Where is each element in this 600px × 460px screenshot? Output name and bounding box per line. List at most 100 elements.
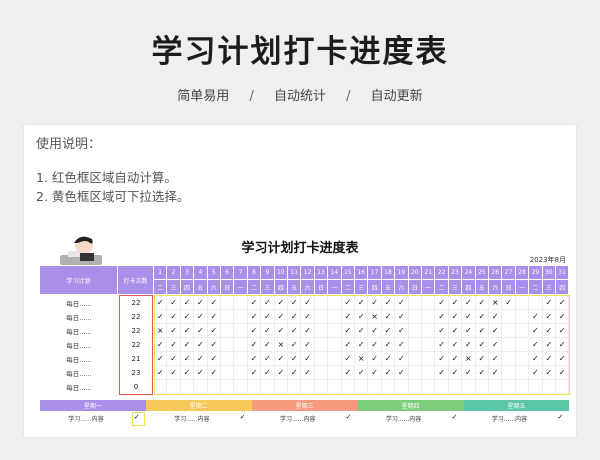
day-header: 30 xyxy=(542,266,556,280)
day-header: 27 xyxy=(502,266,516,280)
weekday-header: 三 xyxy=(355,280,369,294)
weekday-header: 六 xyxy=(395,280,409,294)
auto-calc-region xyxy=(119,295,153,395)
day-header: 2 xyxy=(167,266,181,280)
weekday-header: 日 xyxy=(314,280,329,294)
plan-row-label: 每日...... xyxy=(66,356,92,364)
week-header: 星期四 xyxy=(357,400,464,411)
day-header: 11 xyxy=(288,266,302,280)
column-header-plan: 学习计划 xyxy=(40,266,118,294)
day-header: 19 xyxy=(395,266,409,280)
spreadsheet-preview-card: 使用说明： 1. 红色框区域自动计算。 2. 黄色框区域可下拉选择。 学习计划打… xyxy=(24,125,576,437)
day-header: 1 xyxy=(154,266,168,280)
plan-row-label: 每日...... xyxy=(66,314,92,322)
sheet-title: 学习计划打卡进度表 xyxy=(241,241,359,256)
weekday-header: 四 xyxy=(368,280,382,294)
day-header: 25 xyxy=(475,266,489,280)
day-header: 15 xyxy=(341,266,355,280)
feature-3: 自动更新 xyxy=(370,89,423,104)
plan-row-label: 每日...... xyxy=(66,342,92,350)
day-header: 23 xyxy=(448,266,463,280)
weekday-header: 三 xyxy=(167,280,181,294)
weekday-header: 日 xyxy=(502,280,516,294)
weekday-header: 三 xyxy=(542,280,556,294)
day-header: 8 xyxy=(247,266,262,280)
instruction-line-1: 1. 红色框区域自动计算。 xyxy=(36,170,177,185)
separator: / xyxy=(346,89,351,104)
weekday-header: 四 xyxy=(180,280,195,294)
plan-row-label: 每日...... xyxy=(66,384,92,392)
study-content-cell: 学习......内容 xyxy=(491,416,528,423)
study-content-cell: 学习......内容 xyxy=(385,416,422,423)
hero-title: 学习计划打卡进度表 xyxy=(151,34,449,70)
weekday-header: 四 xyxy=(556,280,570,294)
day-header: 28 xyxy=(515,266,530,280)
weekday-header: 一 xyxy=(328,280,342,294)
feature-1: 简单易用 xyxy=(177,89,230,104)
day-header: 20 xyxy=(408,266,422,280)
day-header: 17 xyxy=(368,266,382,280)
day-header: 24 xyxy=(462,266,476,280)
day-header: 16 xyxy=(355,266,369,280)
weekday-header: 二 xyxy=(154,280,168,294)
weekday-header: 五 xyxy=(381,280,396,294)
week-header: 星期五 xyxy=(463,400,570,411)
weekday-header: 一 xyxy=(515,280,530,294)
weekday-header: 五 xyxy=(475,280,489,294)
day-header: 5 xyxy=(207,266,221,280)
day-header: 22 xyxy=(435,266,449,280)
weekday-header: 二 xyxy=(435,280,449,294)
week-header: 星期三 xyxy=(251,400,358,411)
study-content-cell: 学习......内容 xyxy=(174,416,210,423)
day-header: 13 xyxy=(314,266,329,280)
column-header-count: 打卡次数 xyxy=(118,266,154,294)
weekday-header: 五 xyxy=(194,280,208,294)
day-header: 9 xyxy=(261,266,275,280)
day-header: 12 xyxy=(301,266,315,280)
weekday-header: 三 xyxy=(448,280,463,294)
study-content-cell: 学习......内容 xyxy=(279,416,316,423)
day-header: 21 xyxy=(422,266,436,280)
day-header: 26 xyxy=(489,266,503,280)
weekday-header: 二 xyxy=(247,280,262,294)
week-header: 星期一 xyxy=(40,400,146,411)
weekday-header: 日 xyxy=(221,280,235,294)
instructions-title: 使用说明： xyxy=(36,137,102,152)
weekday-header: 一 xyxy=(234,280,248,294)
day-header: 10 xyxy=(274,266,288,280)
instruction-line-2: 2. 黄色框区域可下拉选择。 xyxy=(36,189,190,204)
day-header: 14 xyxy=(328,266,342,280)
study-check-mark[interactable]: ✓ xyxy=(240,413,250,424)
weekday-header: 一 xyxy=(422,280,436,294)
separator: / xyxy=(249,89,254,104)
weekday-header: 五 xyxy=(288,280,302,294)
feature-2: 自动统计 xyxy=(273,89,326,104)
plan-row-label: 每日...... xyxy=(66,300,92,308)
day-header: 3 xyxy=(180,266,195,280)
dropdown-select-region xyxy=(154,295,571,395)
feature-list: 简单易用 / 自动统计 / 自动更新 xyxy=(0,85,600,104)
weekday-header: 日 xyxy=(408,280,422,294)
day-header: 4 xyxy=(194,266,208,280)
weekday-header: 六 xyxy=(489,280,503,294)
month-label: 2023年8月 xyxy=(529,256,566,264)
weekday-header: 二 xyxy=(529,280,543,294)
weekday-header: 三 xyxy=(261,280,275,294)
weekday-header: 六 xyxy=(207,280,221,294)
study-check-mark[interactable]: ✓ xyxy=(346,413,356,424)
week-header: 星期二 xyxy=(145,400,252,411)
plan-row-label: 每日...... xyxy=(66,370,92,378)
weekday-header: 二 xyxy=(341,280,355,294)
day-header: 29 xyxy=(529,266,543,280)
weekday-header: 六 xyxy=(301,280,315,294)
day-header: 7 xyxy=(234,266,248,280)
study-content-cell: 学习......内容 xyxy=(68,416,104,423)
study-check-mark[interactable]: ✓ xyxy=(452,413,462,424)
weekday-header: 四 xyxy=(274,280,288,294)
plan-row-label: 每日...... xyxy=(66,328,92,336)
day-header: 31 xyxy=(556,266,570,280)
dropdown-select-region-small xyxy=(131,412,145,426)
day-header: 6 xyxy=(221,266,235,280)
study-check-mark[interactable]: ✓ xyxy=(557,413,567,424)
weekday-header: 四 xyxy=(462,280,476,294)
